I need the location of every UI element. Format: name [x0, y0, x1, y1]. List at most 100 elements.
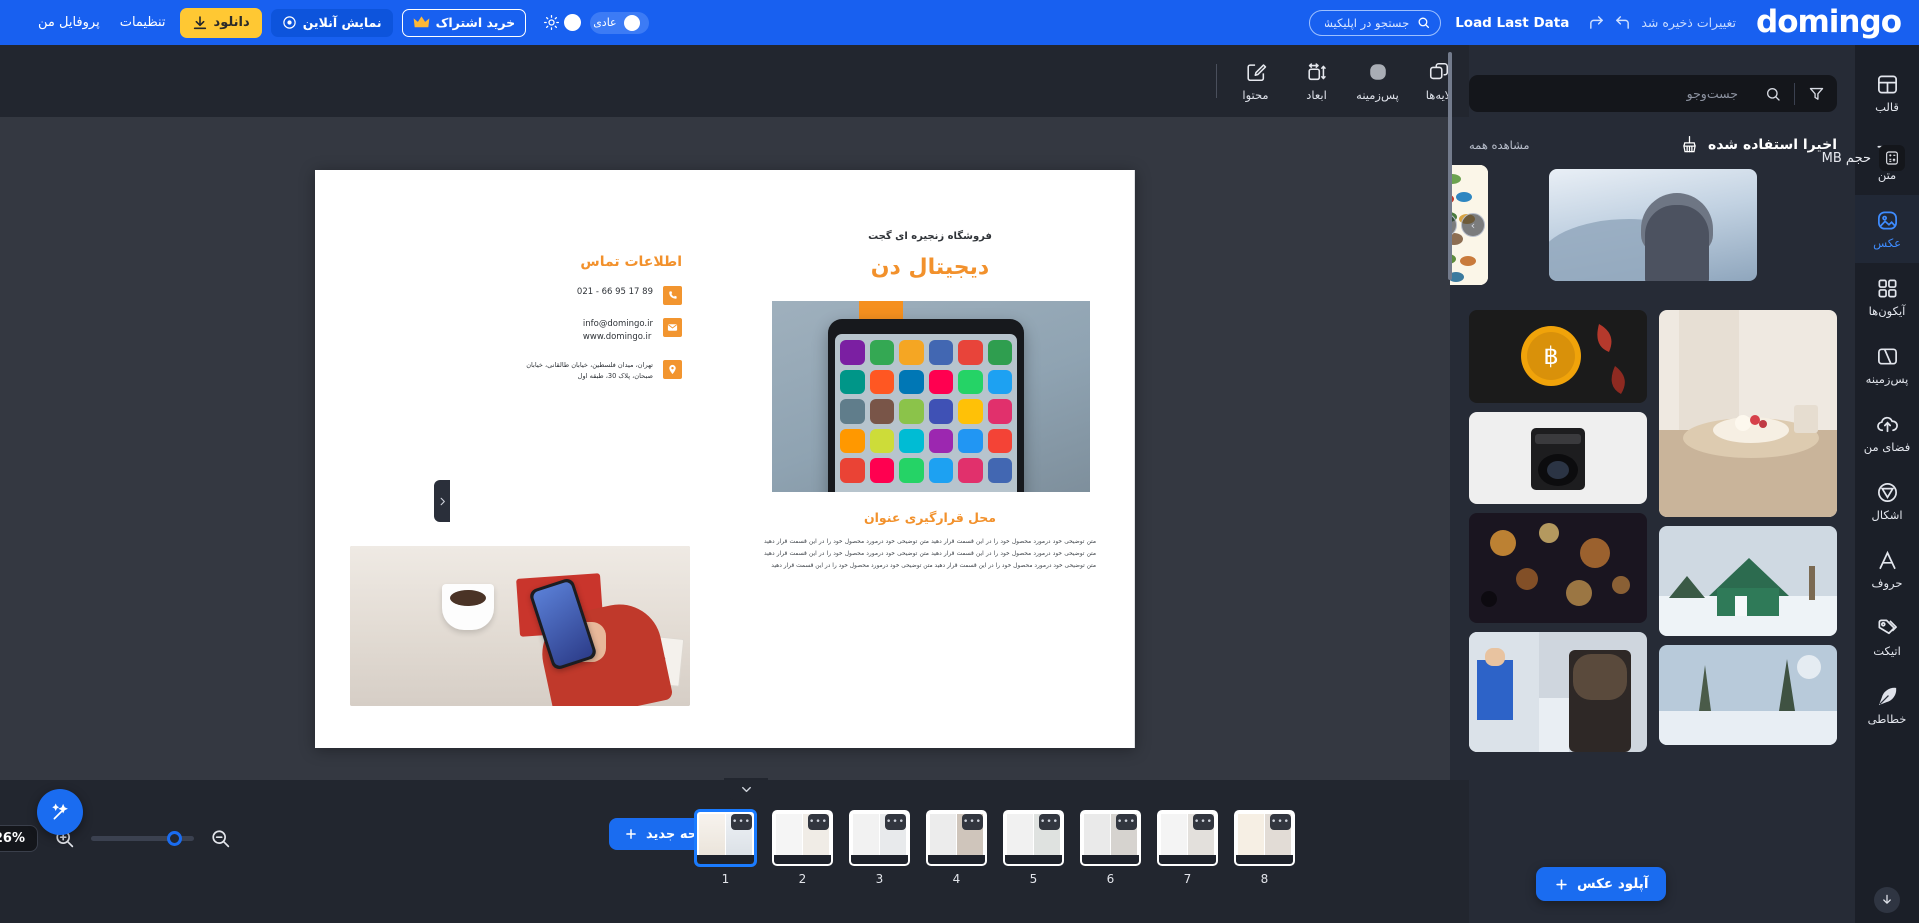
- brochure-hero-image[interactable]: [772, 301, 1090, 492]
- grid-image-lab-worker[interactable]: [1469, 632, 1647, 752]
- more-dots-icon[interactable]: •••: [808, 814, 829, 830]
- tool-background[interactable]: پس‌زمینه: [1347, 61, 1408, 102]
- grid-image-camera-lens[interactable]: [1469, 412, 1647, 504]
- redo-icon[interactable]: [1583, 10, 1609, 36]
- rail-item-my-space[interactable]: فضای من: [1855, 399, 1919, 467]
- more-dots-icon[interactable]: •••: [1039, 814, 1060, 830]
- grid-squares-icon: [1876, 277, 1899, 300]
- feather-icon: [1876, 685, 1899, 708]
- broom-icon[interactable]: [1680, 135, 1699, 154]
- contact-heading: اطلاعات تماس: [580, 254, 682, 270]
- page-number: 3: [875, 872, 884, 886]
- rail-item-image[interactable]: عکس: [1855, 195, 1919, 263]
- zoom-out-icon[interactable]: [210, 828, 231, 849]
- search-icon[interactable]: [1752, 86, 1794, 102]
- theme-toggle[interactable]: [544, 14, 582, 31]
- page-number: 5: [1029, 872, 1038, 886]
- shapes-icon: [1876, 481, 1899, 504]
- rail-item-background[interactable]: پس‌زمینه: [1855, 331, 1919, 399]
- thumbnail-image[interactable]: •••: [1080, 810, 1141, 866]
- thumbnail-image[interactable]: •••: [1003, 810, 1064, 866]
- panel-scrollbar[interactable]: [1448, 52, 1452, 280]
- recent-images-carousel[interactable]: › ‹: [1450, 165, 1855, 285]
- filter-icon[interactable]: [1795, 85, 1837, 102]
- undo-icon[interactable]: [1609, 10, 1635, 36]
- more-dots-icon[interactable]: •••: [731, 814, 752, 830]
- upload-image-button[interactable]: آپلود عکس: [1536, 867, 1667, 901]
- page-left[interactable]: اطلاعات تماس 021 - 66 95 17 89 info@domi…: [315, 170, 726, 748]
- grid-image-winter-tree[interactable]: [1659, 645, 1837, 745]
- thumbnail-image[interactable]: •••: [695, 810, 756, 866]
- rail-item-calligraphy[interactable]: خطاطی: [1855, 671, 1919, 739]
- magic-wand-button[interactable]: [37, 789, 83, 835]
- page-thumb-5[interactable]: ••• 5: [1003, 810, 1064, 886]
- phone-icon: [663, 286, 682, 305]
- page-thumb-2[interactable]: ••• 2: [772, 810, 833, 886]
- right-panel-collapse-toggle[interactable]: [434, 480, 450, 522]
- page-number: 2: [798, 872, 807, 886]
- page-number: 8: [1260, 872, 1269, 886]
- more-dots-icon[interactable]: •••: [1116, 814, 1137, 830]
- thumbnail-image[interactable]: •••: [772, 810, 833, 866]
- rail-item-letters[interactable]: حروف: [1855, 535, 1919, 603]
- more-dots-icon[interactable]: •••: [1270, 814, 1291, 830]
- page-thumb-1[interactable]: ••• 1: [695, 810, 756, 886]
- canvas-collapse-toggle[interactable]: [724, 778, 768, 800]
- brochure-secondary-image[interactable]: [350, 546, 690, 706]
- page-thumb-6[interactable]: ••• 6: [1080, 810, 1141, 886]
- tool-background-label: پس‌زمینه: [1356, 87, 1399, 102]
- plus-icon: [624, 827, 638, 841]
- app-logo[interactable]: domingo: [1756, 7, 1902, 38]
- load-last-data-button[interactable]: Load Last Data: [1455, 15, 1569, 31]
- rail-item-label: فضای من: [1863, 439, 1911, 454]
- more-dots-icon[interactable]: •••: [885, 814, 906, 830]
- settings-link[interactable]: تنظیمات: [120, 15, 166, 30]
- download-button[interactable]: دانلود: [179, 7, 262, 38]
- contact-row-address: تهران، میدان فلسطین، خیابان طالقانی، خیا…: [473, 360, 682, 381]
- thumbnail-image[interactable]: •••: [849, 810, 910, 866]
- see-all-link[interactable]: مشاهده همه: [1469, 138, 1530, 152]
- thumbnail-image[interactable]: •••: [926, 810, 987, 866]
- tool-layers[interactable]: لایه‌ها: [1408, 61, 1469, 102]
- page-right[interactable]: فروشگاه زنجیره ای گجت دیجیتال دن محل قرا…: [726, 170, 1135, 748]
- grid-image-snow-house[interactable]: [1659, 526, 1837, 636]
- more-dots-icon[interactable]: •••: [962, 814, 983, 830]
- thumbnail-image[interactable]: •••: [1234, 810, 1295, 866]
- zoom-slider[interactable]: [91, 831, 194, 846]
- page-thumb-3[interactable]: ••• 3: [849, 810, 910, 886]
- my-profile-link[interactable]: پروفایل من: [38, 15, 100, 30]
- grid-image-bitcoin[interactable]: ฿: [1469, 310, 1647, 403]
- more-dots-icon[interactable]: •••: [1193, 814, 1214, 830]
- rail-item-template[interactable]: قالب: [1855, 59, 1919, 127]
- image-search-input[interactable]: [1469, 86, 1752, 101]
- toolbar-divider: [1216, 64, 1217, 98]
- rail-item-shapes[interactable]: اشکال: [1855, 467, 1919, 535]
- rail-item-icons[interactable]: آیکون‌ها: [1855, 263, 1919, 331]
- online-preview-button[interactable]: نمایش آنلاین: [270, 8, 393, 37]
- canvas-area[interactable]: فروشگاه زنجیره ای گجت دیجیتال دن محل قرا…: [0, 117, 1469, 780]
- page-spread[interactable]: فروشگاه زنجیره ای گجت دیجیتال دن محل قرا…: [315, 170, 1135, 748]
- tool-dimensions[interactable]: ابعاد: [1286, 61, 1347, 102]
- buy-subscription-button[interactable]: خرید اشتراک: [401, 8, 527, 37]
- page-number: 1: [721, 872, 730, 886]
- tool-content[interactable]: محتوا: [1225, 61, 1286, 102]
- rail-item-tag[interactable]: اتیکت: [1855, 603, 1919, 671]
- app-search[interactable]: [1309, 9, 1442, 36]
- recent-image-woman-mountain[interactable]: [1549, 169, 1757, 281]
- app-search-input[interactable]: [1325, 15, 1410, 30]
- zoom-level-selector[interactable]: 26%: [0, 825, 38, 852]
- file-size-badge[interactable]: حجم MB: [1822, 145, 1905, 171]
- zoom-slider-handle[interactable]: [167, 831, 182, 846]
- download-circle-icon[interactable]: [1874, 887, 1900, 913]
- page-thumb-4[interactable]: ••• 4: [926, 810, 987, 886]
- chevron-right-circle-icon[interactable]: ›: [1461, 213, 1485, 237]
- page-thumb-7[interactable]: ••• 7: [1157, 810, 1218, 886]
- location-pin-icon: [663, 360, 682, 379]
- page-thumb-8[interactable]: ••• 8: [1234, 810, 1295, 886]
- crown-icon: [413, 15, 430, 30]
- grid-image-bokeh[interactable]: [1469, 513, 1647, 623]
- image-search-bar[interactable]: [1469, 75, 1837, 112]
- mode-toggle[interactable]: عادی: [590, 11, 649, 34]
- thumbnail-image[interactable]: •••: [1157, 810, 1218, 866]
- grid-image-cake-table[interactable]: [1659, 310, 1837, 517]
